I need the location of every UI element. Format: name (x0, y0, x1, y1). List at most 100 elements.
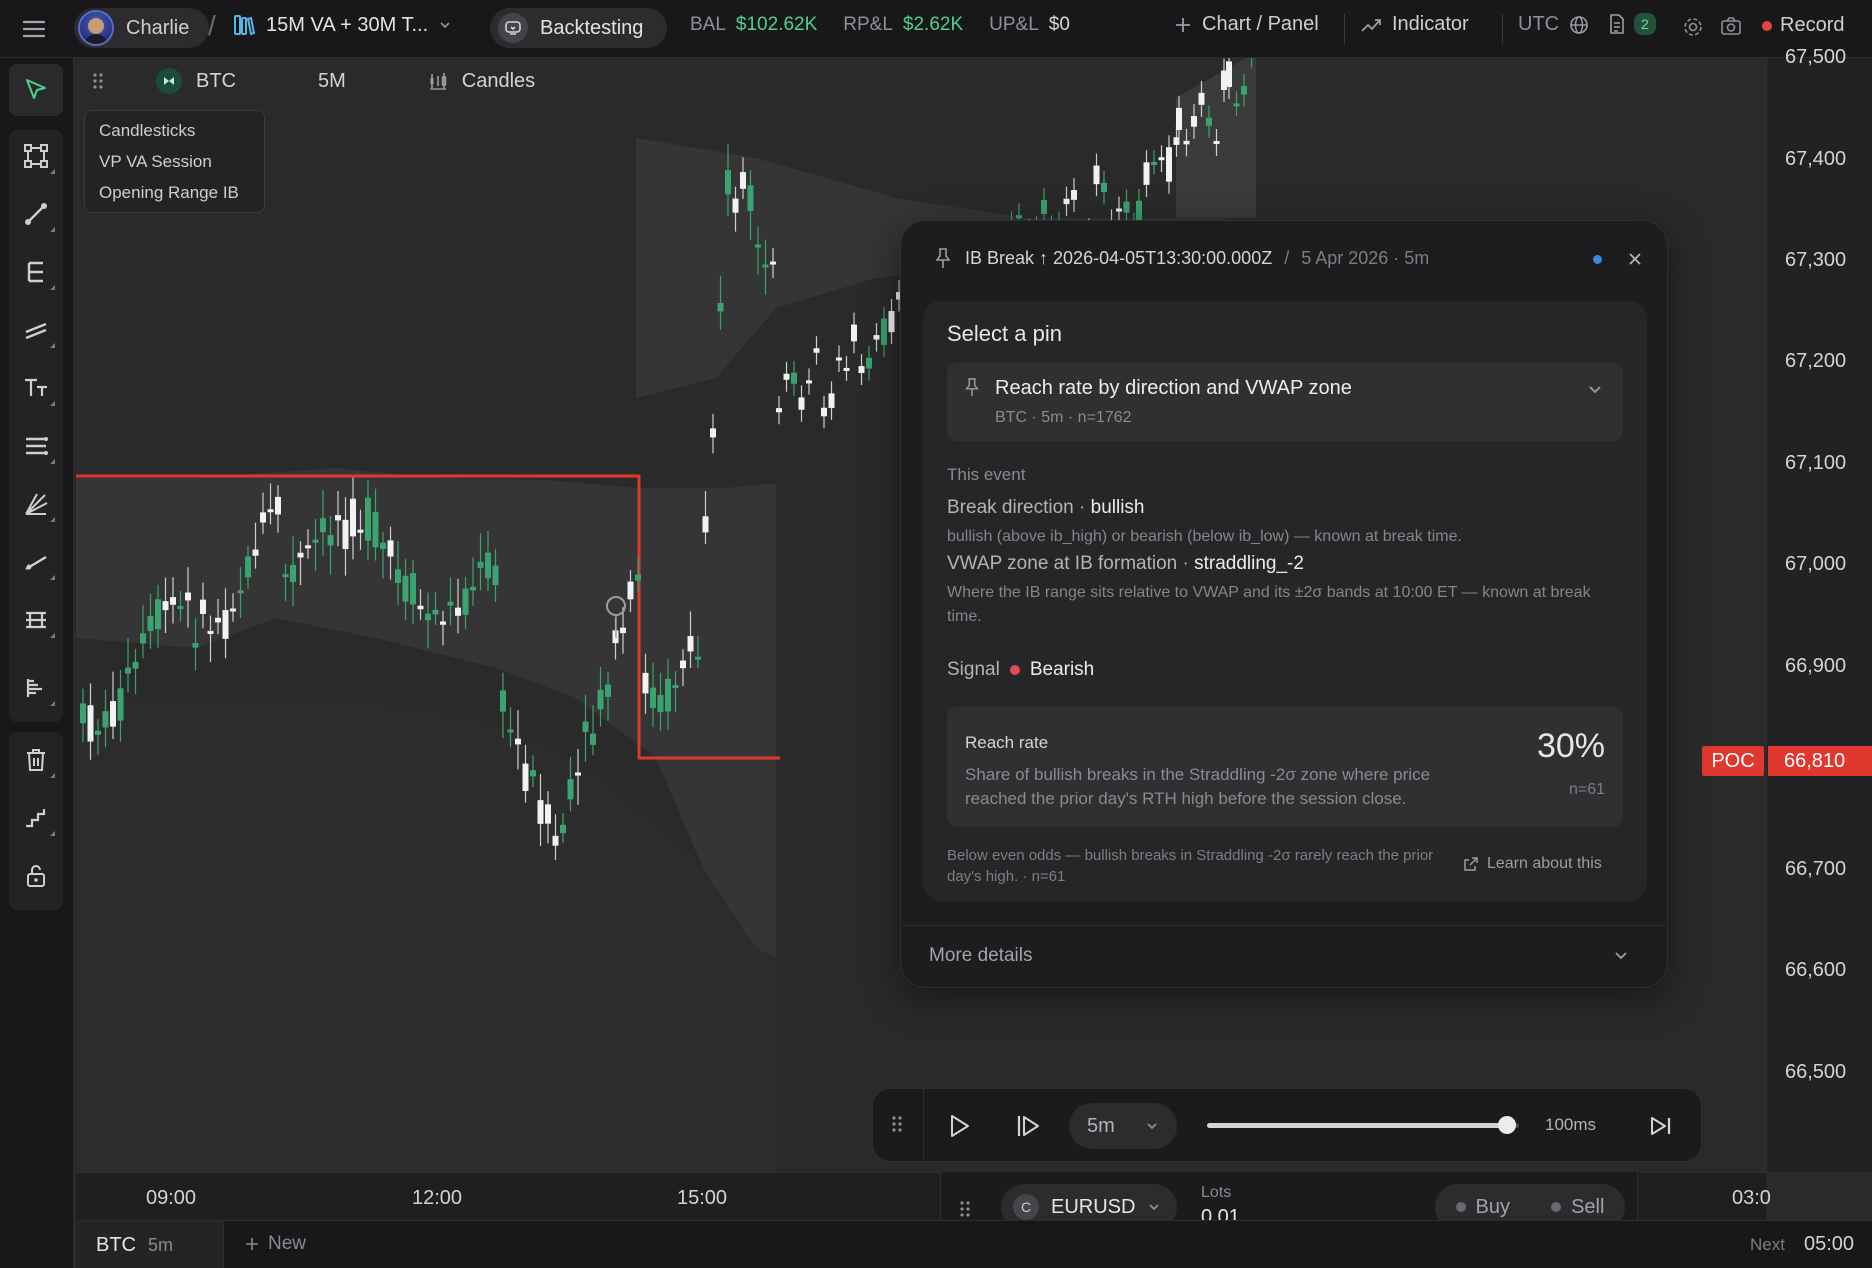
legend-item[interactable]: VP VA Session (85, 146, 264, 177)
candle-body (605, 684, 611, 697)
chart-type-label[interactable]: Candles (462, 70, 535, 93)
skip-to-end-button[interactable] (1649, 1115, 1673, 1137)
tool-measure[interactable] (9, 662, 63, 714)
notes-button[interactable]: 2 (1608, 13, 1656, 35)
tool-ray[interactable] (9, 536, 63, 588)
candle-body (597, 689, 604, 710)
signal-value: Bearish (1029, 659, 1095, 680)
tool-cursor[interactable] (9, 64, 63, 116)
legend-item[interactable]: Candlesticks (85, 115, 264, 146)
replay-interval-slider[interactable] (1207, 1116, 1519, 1134)
step-forward-button[interactable] (1015, 1113, 1041, 1139)
tool-text[interactable] (9, 362, 63, 414)
candle-body (1063, 198, 1070, 205)
drag-handle-icon[interactable] (92, 72, 104, 90)
tool-lines-list[interactable] (9, 420, 63, 472)
chevron-down-icon (1589, 386, 1601, 394)
hamburger-menu-button[interactable] (18, 14, 50, 44)
candle-body (245, 556, 251, 578)
mode-pill[interactable]: Backtesting (490, 8, 668, 48)
chevron-down-icon[interactable] (1613, 947, 1629, 963)
candle-body (1093, 165, 1100, 185)
order-drag-handle[interactable] (959, 1200, 971, 1218)
new-tab-button[interactable]: New (244, 1233, 306, 1255)
candle-body (821, 407, 827, 417)
price-tick-label: 67,000 (1785, 553, 1847, 575)
chevron-down-icon (440, 22, 450, 29)
tool-magnet[interactable] (9, 792, 63, 844)
candle-body (695, 656, 701, 660)
candle-body (117, 688, 124, 721)
vwap-zone-row: VWAP zone at IB formation · straddling_-… (947, 553, 1304, 575)
drag-handle-icon (892, 1116, 902, 1132)
user-pill[interactable]: Charlie (74, 8, 210, 48)
candle-body (215, 617, 221, 623)
candle-body (440, 621, 446, 625)
candle-body (1198, 92, 1205, 105)
chart-timeframe[interactable]: 5M (318, 70, 346, 93)
candle-body (222, 609, 229, 639)
upl-value: $0 (1048, 14, 1070, 35)
candle-body (320, 518, 326, 533)
candle-body (1206, 117, 1212, 126)
price-axis[interactable]: 67,500 67,400 67,300 67,200 67,100 67,00… (1766, 46, 1872, 1172)
tool-parallel-channel[interactable] (9, 304, 63, 356)
bottom-tab-bar: BTC 5m New Next 05:00 (76, 1220, 1872, 1268)
candle-body (590, 733, 596, 745)
user-name: Charlie (126, 16, 190, 39)
replay-drag-handle[interactable] (891, 1115, 903, 1133)
chart-panel-button[interactable]: Chart / Panel (1174, 13, 1319, 36)
more-details-toggle[interactable]: More details (929, 945, 1033, 967)
candle-body (791, 372, 797, 384)
candle-body (1136, 200, 1142, 221)
signal-dot-icon (1009, 665, 1020, 675)
learn-about-label: Learn about this (1487, 855, 1602, 872)
chevron-down-icon (1149, 1204, 1160, 1211)
play-button[interactable] (947, 1113, 971, 1139)
chart-symbol[interactable]: BTC (196, 70, 236, 93)
candle-body (836, 357, 842, 361)
fan-icon (25, 493, 48, 515)
candle-body (147, 616, 154, 632)
candle-body (462, 588, 469, 615)
time-tick-label: 03:0 (1732, 1187, 1771, 1209)
slider-handle[interactable] (1497, 1116, 1516, 1134)
candle-body (851, 324, 857, 342)
learn-about-link[interactable]: Learn about this (1463, 855, 1602, 873)
candle-body (170, 597, 176, 605)
settings-button[interactable] (1682, 16, 1704, 38)
tool-pattern[interactable] (9, 594, 63, 646)
section-label: This event (947, 465, 1026, 484)
tool-fib-retracement[interactable] (9, 246, 63, 298)
candle-body (1143, 162, 1150, 185)
candle-body (515, 738, 521, 745)
record-button[interactable]: Record (1762, 14, 1844, 37)
indicator-button[interactable]: Indicator (1360, 13, 1469, 36)
sell-dot-icon (1551, 1202, 1562, 1212)
tab-btc[interactable]: BTC 5m (76, 1221, 224, 1268)
legend-item[interactable]: Opening Range IB (85, 177, 264, 208)
tool-lock[interactable] (9, 850, 63, 902)
candle-body (702, 516, 709, 533)
candle-body (770, 261, 776, 265)
record-dot-icon (1762, 20, 1772, 31)
popup-subtitle: 5 Apr 2026 · 5m (1301, 247, 1430, 268)
candle-body (305, 545, 311, 549)
pin-selector-dropdown[interactable]: Reach rate by direction and VWAP zone BT… (947, 363, 1623, 441)
replay-speed-select[interactable]: 5m (1069, 1103, 1177, 1149)
timezone-button[interactable]: UTC (1518, 13, 1589, 36)
tool-rectangle-select[interactable] (9, 130, 63, 182)
candle-body (575, 772, 581, 776)
sell-button[interactable]: Sell (1551, 1196, 1604, 1219)
screenshot-button[interactable] (1720, 16, 1742, 36)
tool-trend-line[interactable] (9, 188, 63, 240)
candle-body (500, 690, 506, 712)
pattern-icon (26, 611, 46, 629)
buy-button[interactable]: Buy (1455, 1196, 1510, 1219)
candle-body (545, 804, 551, 824)
layout-selector[interactable]: 15M VA + 30M T... (232, 13, 452, 37)
tool-delete[interactable] (9, 734, 63, 786)
close-button[interactable] (1621, 245, 1649, 273)
tool-brush[interactable] (9, 478, 63, 530)
candle-body (710, 428, 716, 438)
